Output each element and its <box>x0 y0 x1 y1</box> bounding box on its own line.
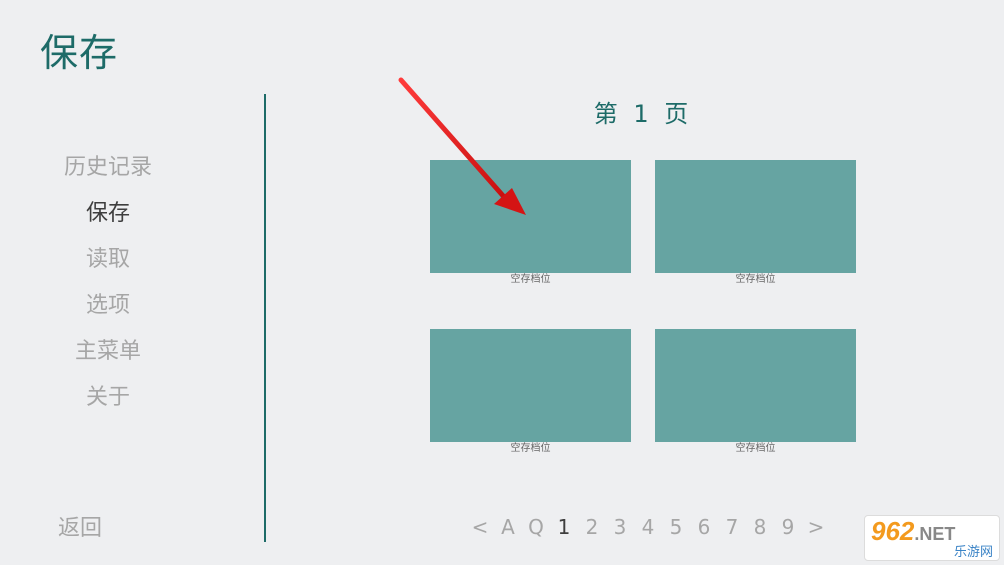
page-button-9[interactable]: 9 <box>774 515 802 539</box>
slot-label: 空存档位 <box>510 443 551 454</box>
slot-thumbnail <box>655 329 856 442</box>
next-page-button[interactable]: > <box>802 515 830 539</box>
prev-page-button[interactable]: < <box>466 515 494 539</box>
screen-title: 保存 <box>40 31 119 75</box>
page-title: 第 1 页 <box>593 100 693 128</box>
page-button-4[interactable]: 4 <box>634 515 662 539</box>
watermark-site-name: 乐游网 <box>953 544 993 559</box>
watermark-suffix: .NET <box>914 524 956 544</box>
slot-label: 空存档位 <box>735 274 776 285</box>
page-button-6[interactable]: 6 <box>690 515 718 539</box>
page-navigator: < A Q 1 2 3 4 5 6 7 8 9 > <box>466 512 830 542</box>
save-slot-3[interactable]: 空存档位 <box>430 329 631 455</box>
slot-label: 空存档位 <box>735 443 776 454</box>
slot-thumbnail <box>430 160 631 273</box>
watermark-number: 962 <box>871 516 915 546</box>
side-menu: 历史记录 保存 读取 选项 主菜单 关于 <box>40 148 176 424</box>
nav-about[interactable]: 关于 <box>86 378 130 424</box>
page-button-1[interactable]: 1 <box>550 515 578 539</box>
back-button[interactable]: 返回 <box>58 510 102 542</box>
page-button-quick[interactable]: Q <box>522 515 550 539</box>
page-button-7[interactable]: 7 <box>718 515 746 539</box>
nav-options[interactable]: 选项 <box>86 286 130 332</box>
slot-thumbnail <box>655 160 856 273</box>
page-button-3[interactable]: 3 <box>606 515 634 539</box>
nav-load[interactable]: 读取 <box>86 240 130 286</box>
slot-thumbnail <box>430 329 631 442</box>
save-slot-1[interactable]: 空存档位 <box>430 160 631 286</box>
slot-label: 空存档位 <box>510 274 551 285</box>
page-button-8[interactable]: 8 <box>746 515 774 539</box>
nav-main-menu[interactable]: 主菜单 <box>75 332 141 378</box>
save-slot-4[interactable]: 空存档位 <box>655 329 856 455</box>
page-button-2[interactable]: 2 <box>578 515 606 539</box>
page-button-auto[interactable]: A <box>494 515 522 539</box>
nav-history[interactable]: 历史记录 <box>64 148 152 194</box>
site-watermark: 962.NET 乐游网 <box>864 515 1000 561</box>
save-slot-2[interactable]: 空存档位 <box>655 160 856 286</box>
nav-save[interactable]: 保存 <box>86 194 130 240</box>
menu-divider <box>264 94 266 542</box>
page-button-5[interactable]: 5 <box>662 515 690 539</box>
